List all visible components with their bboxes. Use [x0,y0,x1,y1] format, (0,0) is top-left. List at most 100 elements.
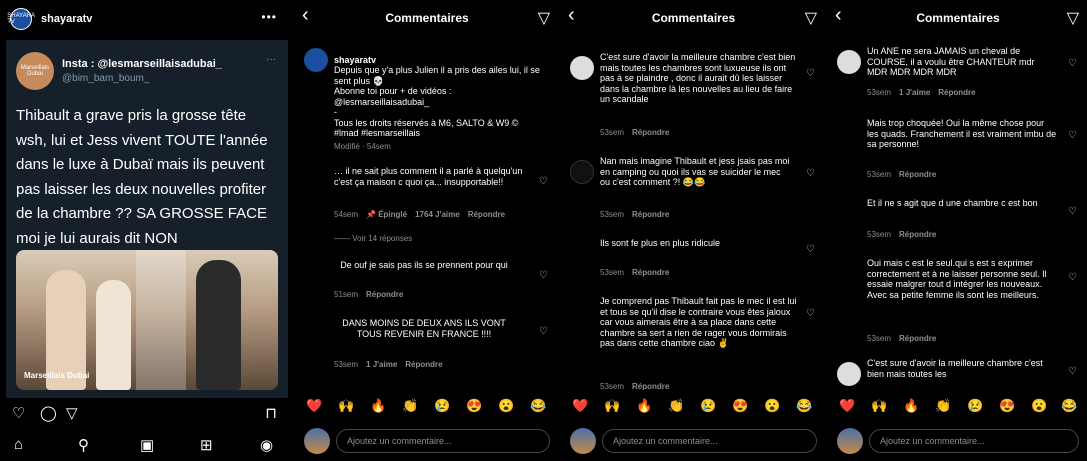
emoji-heart[interactable]: ❤️ [306,398,322,414]
reply-button[interactable]: Répondre [632,128,669,137]
reply-button[interactable]: Répondre [632,210,669,219]
comment-text: C'est sure d'avoir la meilleure chambre … [600,52,796,104]
emoji-clap[interactable]: 👏 [935,398,951,414]
emoji-wow[interactable]: 😮 [1031,398,1047,414]
emoji-raised-hands[interactable]: 🙌 [604,398,620,414]
media-watermark: Marseillais Dubai [24,371,90,380]
comments-title: Commentaires [385,11,469,25]
emoji-fire[interactable]: 🔥 [903,398,919,414]
reply-button[interactable]: Répondre [468,210,505,219]
post-username[interactable]: shayaratv [41,13,92,25]
comment-text: Ils sont fe plus en plus ridicule [600,238,721,248]
avatar[interactable] [570,56,594,80]
reply-button[interactable]: Répondre [899,170,936,179]
comments-panel-3: ‹ Commentaires ▽ Un ANE ne sera JAMAIS u… [829,0,1087,461]
emoji-heart-eyes[interactable]: 😍 [999,398,1015,414]
like-heart-icon[interactable]: ♡ [1068,366,1077,377]
avatar[interactable]: SHAYARA TV [7,8,35,30]
comment-meta: 53sem Répondre [867,230,937,239]
emoji-cry[interactable]: 😢 [434,398,450,414]
see-replies-button[interactable]: —— Voir 14 réponses [334,234,412,243]
like-heart-icon[interactable]: ♡ [1068,58,1077,69]
emoji-bar: ❤️ 🙌 🔥 👏 😢 😍 😮 😂 [562,394,825,420]
emoji-clap[interactable]: 👏 [402,398,418,414]
reels-icon[interactable]: ▣ [140,436,154,454]
like-heart-icon[interactable]: ♡ [1068,272,1077,283]
emoji-cry[interactable]: 😢 [700,398,716,414]
like-heart-icon[interactable]: ♡ [539,326,548,337]
tweet-media-image[interactable]: Marseillais Dubai [16,250,278,390]
comment-meta: 53sem Répondre [867,334,937,343]
like-heart-icon[interactable]: ♡ [1068,206,1077,217]
like-heart-icon[interactable]: ♡ [539,176,548,187]
comment-text: Mais trop choquée! Oui la même chose pou… [867,118,1057,149]
tweet-name: Insta : @lesmarseillaisadubai_ [62,58,222,70]
emoji-clap[interactable]: 👏 [668,398,684,414]
shop-icon[interactable]: ⊞ [200,436,213,454]
reply-button[interactable]: Répondre [632,382,669,390]
add-comment-input[interactable]: Ajoutez un commentaire... [869,429,1079,453]
emoji-heart-eyes[interactable]: 😍 [466,398,482,414]
emoji-heart[interactable]: ❤️ [572,398,588,414]
filter-icon[interactable]: ▽ [538,8,550,28]
avatar[interactable] [837,362,861,386]
emoji-fire[interactable]: 🔥 [636,398,652,414]
like-heart-icon[interactable]: ♡ [806,244,815,255]
reply-button[interactable]: Répondre [899,230,936,239]
add-comment-bar: Ajoutez un commentaire... [562,424,825,461]
comment-text: Je comprend pas Thibault fait pas le mec… [600,296,797,348]
profile-icon[interactable]: ◉ [260,436,273,454]
comments-header: ‹ Commentaires ▽ [562,0,825,36]
like-heart-icon[interactable]: ♡ [539,270,548,281]
avatar[interactable] [570,160,594,184]
comment-text: De ouf je sais pas ils se prennent pour … [340,260,508,270]
comment-meta: 53sem Répondre [600,268,670,277]
heart-icon[interactable]: ♡ [12,404,25,422]
reply-button[interactable]: Répondre [632,268,669,277]
reply-button[interactable]: Répondre [938,88,975,97]
like-heart-icon[interactable]: ♡ [806,308,815,319]
search-icon[interactable]: ⚲ [78,436,89,454]
emoji-laugh[interactable]: 😂 [796,398,812,414]
emoji-cry[interactable]: 😢 [967,398,983,414]
comment-meta: 54sem 📌 Épinglé 1764 J'aime Répondre [334,210,506,219]
share-icon[interactable]: ▽ [66,404,78,422]
emoji-bar: ❤️ 🙌 🔥 👏 😢 😍 😮 😂 [296,394,558,420]
reply-button[interactable]: Répondre [366,290,403,299]
emoji-heart-eyes[interactable]: 😍 [732,398,748,414]
avatar [837,428,863,454]
emoji-raised-hands[interactable]: 🙌 [871,398,887,414]
caption-text: Depuis que y'a plus Julien il a pris des… [334,65,540,138]
comment-meta: 53sem 1 J'aime Répondre [334,360,443,369]
reply-button[interactable]: Répondre [405,360,442,369]
like-heart-icon[interactable]: ♡ [806,168,815,179]
more-options-icon[interactable]: ••• [261,10,277,24]
emoji-wow[interactable]: 😮 [498,398,514,414]
avatar[interactable] [837,50,861,74]
comment-text: … il ne sait plus comment il a parlé à q… [334,166,523,187]
reply-button[interactable]: Répondre [899,334,936,343]
filter-icon[interactable]: ▽ [1067,8,1079,28]
comment-meta: 51sem Répondre [334,290,404,299]
bookmark-icon[interactable]: ⊓ [265,404,277,422]
emoji-heart[interactable]: ❤️ [839,398,855,414]
emoji-wow[interactable]: 😮 [764,398,780,414]
comments-header: ‹ Commentaires ▽ [829,0,1087,36]
avatar[interactable] [304,48,328,72]
emoji-fire[interactable]: 🔥 [370,398,386,414]
comment-username[interactable]: shayaratv [334,55,376,65]
home-icon[interactable]: ⌂ [14,436,23,453]
add-comment-input[interactable]: Ajoutez un commentaire... [336,429,550,453]
emoji-laugh[interactable]: 😂 [1061,398,1077,414]
filter-icon[interactable]: ▽ [805,8,817,28]
comments-title: Commentaires [651,11,736,25]
emoji-raised-hands[interactable]: 🙌 [338,398,354,414]
emoji-laugh[interactable]: 😂 [530,398,546,414]
like-heart-icon[interactable]: ♡ [1068,130,1077,141]
comment-icon[interactable]: ◯ [40,404,57,422]
like-heart-icon[interactable]: ♡ [806,68,815,79]
bottom-nav: ⌂ ⚲ ▣ ⊞ ◉ [0,432,291,461]
tweet-handle: @bim_bam_boum_ [62,73,150,84]
comment-meta: 53sem Répondre [600,382,670,390]
add-comment-input[interactable]: Ajoutez un commentaire... [602,429,817,453]
